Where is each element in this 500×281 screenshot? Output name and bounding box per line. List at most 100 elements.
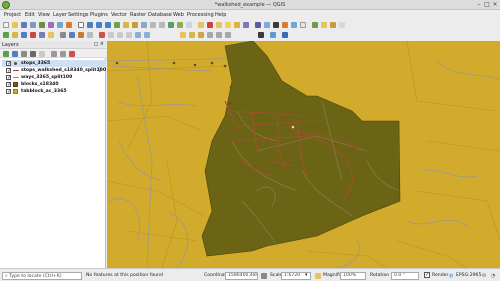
layout-manager-icon[interactable]: [48, 22, 54, 28]
layer-visibility-checkbox[interactable]: ✓: [6, 82, 11, 88]
lock-scale-icon[interactable]: [315, 273, 321, 279]
menu-raster[interactable]: Raster: [130, 12, 146, 18]
copy-features-icon[interactable]: [117, 32, 123, 38]
menu-view[interactable]: View: [38, 12, 50, 18]
save-project-icon[interactable]: [21, 22, 27, 28]
field-calculator-icon[interactable]: [255, 22, 261, 28]
filter-by-expression-icon[interactable]: [39, 51, 45, 57]
new-geopackage-icon[interactable]: [12, 32, 18, 38]
zoom-out-icon[interactable]: [105, 22, 111, 28]
run-feature-action-icon[interactable]: [207, 22, 213, 28]
manage-map-themes-icon[interactable]: [21, 51, 27, 57]
change-label-icon[interactable]: [225, 32, 231, 38]
remove-layer-icon[interactable]: [69, 51, 75, 57]
coordinate-field[interactable]: 1586400,484277: [225, 272, 258, 280]
move-label-icon[interactable]: [207, 32, 213, 38]
layer-row-blocks-s18340[interactable]: ✓ blocks_s18340: [2, 81, 106, 88]
zoom-last-icon[interactable]: [150, 22, 156, 28]
menu-vector[interactable]: Vector: [111, 12, 127, 18]
zoom-native-icon[interactable]: [141, 22, 147, 28]
new-print-layout-icon[interactable]: [39, 22, 45, 28]
new-spatialite-icon[interactable]: [30, 32, 36, 38]
temporal-controller-icon[interactable]: [177, 22, 183, 28]
layer-row-stops-3365[interactable]: ✓ stops_3365: [2, 60, 106, 67]
layer-visibility-checkbox[interactable]: ✓: [6, 89, 11, 95]
show-bookmarks-icon[interactable]: [330, 22, 336, 28]
python-console-icon[interactable]: [66, 22, 72, 28]
new-virtual-layer-icon[interactable]: [39, 32, 45, 38]
menu-web[interactable]: Web: [173, 12, 184, 18]
locator-search-input[interactable]: ⌕ Type to locate (Ctrl+K): [2, 272, 82, 280]
digitize-icon[interactable]: [78, 32, 84, 38]
menu-plugins[interactable]: Plugins: [90, 12, 108, 18]
rotation-field[interactable]: 0.0 °: [391, 272, 419, 280]
statistical-summary-icon[interactable]: [273, 22, 279, 28]
maximize-icon[interactable]: □: [484, 2, 490, 8]
plugin-tool-2-icon[interactable]: [270, 32, 276, 38]
new-bookmark-icon[interactable]: [321, 22, 327, 28]
menu-layer[interactable]: Layer: [53, 12, 67, 18]
menu-help[interactable]: Help: [215, 12, 226, 18]
notifications-icon[interactable]: ◔: [491, 273, 495, 279]
zoom-next-icon[interactable]: [159, 22, 165, 28]
crs-globe-icon[interactable]: ◍: [449, 273, 453, 279]
sum-icon[interactable]: [300, 22, 306, 28]
processing-toolbox-icon[interactable]: [264, 22, 270, 28]
plugin-tool-3-icon[interactable]: [282, 32, 288, 38]
zoom-full-icon[interactable]: [114, 22, 120, 28]
open-project-icon[interactable]: [12, 22, 18, 28]
menu-edit[interactable]: Edit: [25, 12, 35, 18]
zoom-in-icon[interactable]: [96, 22, 102, 28]
new-shapefile-icon[interactable]: [21, 32, 27, 38]
add-group-icon[interactable]: [12, 51, 18, 57]
map-canvas[interactable]: [107, 41, 500, 268]
expand-all-icon[interactable]: [51, 51, 57, 57]
refresh-icon[interactable]: [186, 22, 192, 28]
vertex-tool-icon[interactable]: [87, 32, 93, 38]
data-source-manager-icon[interactable]: [3, 32, 9, 38]
map-svg[interactable]: [107, 41, 500, 268]
layer-visibility-checkbox[interactable]: ✓: [6, 75, 11, 81]
layer-row-ways-3365[interactable]: ✓ ways_3365_split100: [2, 74, 106, 81]
open-attribute-table-icon[interactable]: [243, 22, 249, 28]
close-icon[interactable]: ×: [492, 2, 498, 8]
map-tips-icon[interactable]: [312, 22, 318, 28]
messages-icon[interactable]: ✉: [482, 273, 486, 279]
float-panel-icon[interactable]: ◻: [94, 41, 98, 47]
collapse-all-icon[interactable]: [60, 51, 66, 57]
rotate-label-icon[interactable]: [216, 32, 222, 38]
current-edits-icon[interactable]: [48, 32, 54, 38]
menu-processing[interactable]: Processing: [187, 12, 214, 18]
toggle-extents-icon[interactable]: [261, 273, 267, 279]
save-edits-icon[interactable]: [69, 32, 75, 38]
magnifier-field[interactable]: 100%: [340, 272, 366, 280]
filter-indicator-icon[interactable]: ⊽: [98, 67, 102, 74]
pan-map-icon[interactable]: [78, 22, 84, 28]
filter-legend-icon[interactable]: [30, 51, 36, 57]
layer-row-stops-walkshed[interactable]: ✓ stops_walkshed_s18340_split100 ⊽: [2, 67, 106, 74]
select-features-icon[interactable]: [216, 22, 222, 28]
measure-line-icon[interactable]: [282, 22, 288, 28]
pin-labels-icon[interactable]: [189, 32, 195, 38]
text-annotation-icon[interactable]: [339, 22, 345, 28]
style-manager-icon[interactable]: [57, 22, 63, 28]
close-panel-icon[interactable]: ×: [100, 41, 104, 47]
open-layer-styling-icon[interactable]: [3, 51, 9, 57]
new-map-view-icon[interactable]: [168, 22, 174, 28]
menu-settings[interactable]: Settings: [68, 12, 89, 18]
cut-features-icon[interactable]: [108, 32, 114, 38]
zoom-to-layer-icon[interactable]: [132, 22, 138, 28]
save-as-icon[interactable]: [30, 22, 36, 28]
pan-to-selection-icon[interactable]: [87, 22, 93, 28]
toggle-editing-icon[interactable]: [60, 32, 66, 38]
layer-row-tabblock-ac-3365[interactable]: ✓ tabblock_ac_3365: [2, 88, 106, 95]
select-by-value-icon[interactable]: [225, 22, 231, 28]
menu-project[interactable]: Project: [4, 12, 21, 18]
minimize-icon[interactable]: –: [476, 2, 482, 8]
deselect-all-icon[interactable]: [234, 22, 240, 28]
show-labels-icon[interactable]: [198, 32, 204, 38]
new-project-icon[interactable]: [3, 22, 9, 28]
label-tool-icon[interactable]: [180, 32, 186, 38]
paste-features-icon[interactable]: [126, 32, 132, 38]
redo-icon[interactable]: [144, 32, 150, 38]
